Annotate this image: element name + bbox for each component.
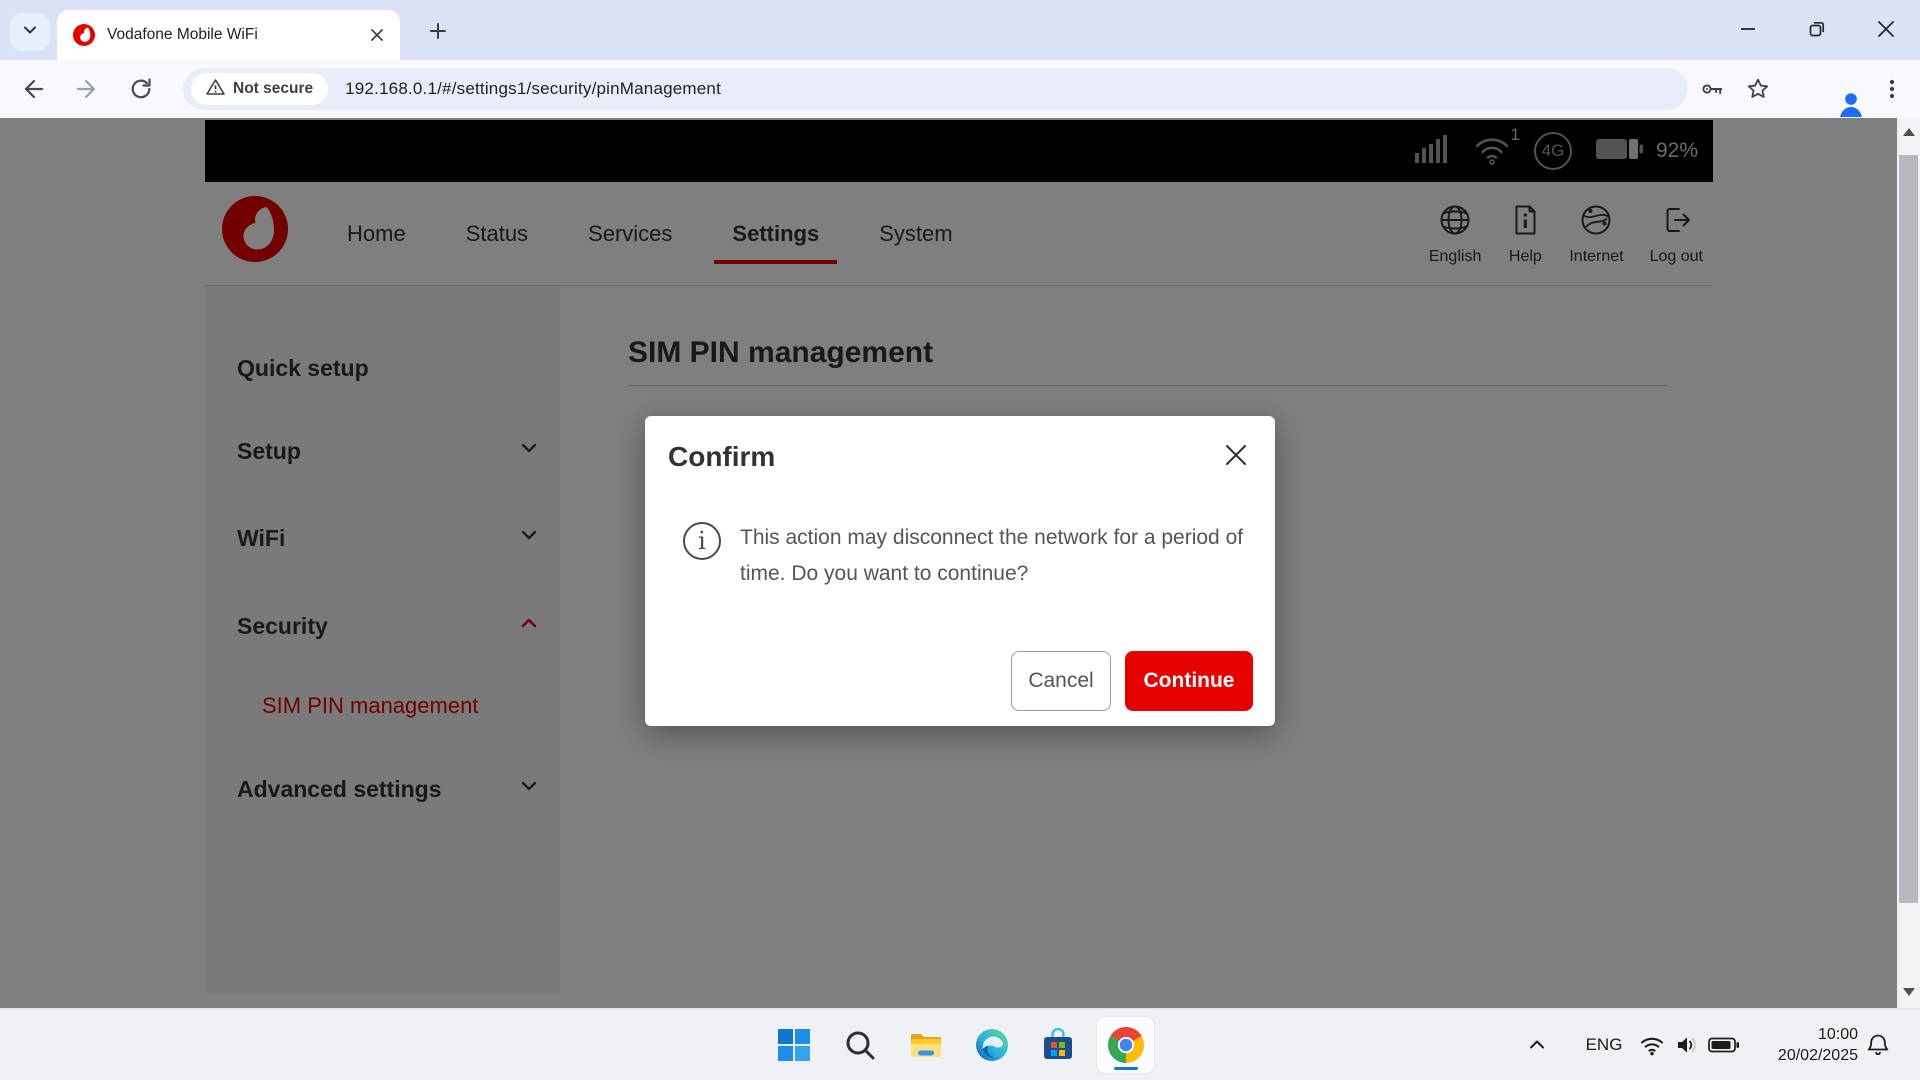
tray-time: 10:00 (1817, 1026, 1858, 1043)
start-button[interactable] (772, 1023, 816, 1067)
scrollbar-thumb[interactable] (1899, 155, 1918, 903)
back-button[interactable] (13, 69, 53, 109)
edge-browser-icon[interactable] (970, 1023, 1014, 1067)
tray-chevron-up-icon[interactable] (1522, 1031, 1552, 1059)
tab-search-button[interactable] (10, 13, 50, 51)
page-scrollbar[interactable] (1897, 118, 1920, 1008)
browser-tab-strip: Vodafone Mobile WiFi (0, 0, 1920, 60)
reload-button[interactable] (121, 69, 161, 109)
window-close-button[interactable] (1851, 0, 1920, 58)
active-app-indicator (1113, 1067, 1138, 1070)
tray-volume-icon[interactable] (1672, 1031, 1702, 1059)
dialog-message: This action may disconnect the network f… (740, 526, 1244, 585)
vodafone-favicon-icon (73, 24, 95, 46)
dialog-title: Confirm (668, 441, 776, 472)
browser-menu-kebab-icon[interactable] (1872, 69, 1912, 109)
notification-bell-icon[interactable] (1862, 1031, 1894, 1059)
info-icon: i (683, 522, 721, 560)
language-indicator[interactable]: ENG (1580, 1031, 1628, 1059)
window-minimize-button[interactable] (1713, 0, 1782, 58)
tray-wifi-icon[interactable] (1637, 1031, 1667, 1059)
tray-battery-icon[interactable] (1706, 1031, 1742, 1059)
new-tab-button[interactable] (420, 13, 456, 49)
screen: Vodafone Mobile WiFi Not secure 192.168.… (0, 0, 1920, 1080)
forward-button[interactable] (67, 69, 107, 109)
confirm-dialog: Confirm i This action may disconnect the… (645, 416, 1275, 726)
warning-icon (206, 78, 225, 101)
microsoft-store-icon[interactable] (1036, 1023, 1080, 1067)
scrollbar-down-arrow[interactable] (1897, 984, 1920, 1000)
chevron-down-icon (21, 21, 39, 44)
file-explorer-icon[interactable] (904, 1023, 948, 1067)
window-restore-button[interactable] (1782, 0, 1851, 58)
password-manager-key-icon[interactable] (1692, 69, 1732, 109)
browser-toolbar: Not secure 192.168.0.1/#/settings1/secur… (0, 60, 1920, 118)
browser-tab[interactable]: Vodafone Mobile WiFi (57, 10, 400, 60)
address-bar[interactable]: Not secure 192.168.0.1/#/settings1/secur… (183, 68, 1688, 110)
cancel-button[interactable]: Cancel (1011, 651, 1111, 711)
window-controls (1713, 0, 1920, 58)
url-text[interactable]: 192.168.0.1/#/settings1/security/pinMana… (345, 79, 721, 99)
dialog-footer: Cancel Continue (1011, 651, 1253, 711)
site-security-chip[interactable]: Not secure (191, 73, 329, 105)
scrollbar-up-arrow[interactable] (1897, 124, 1920, 140)
dialog-close-icon[interactable] (1221, 440, 1251, 470)
tab-close-icon[interactable] (364, 22, 390, 48)
windows-taskbar: ENG 10:00 20/02/2025 (0, 1008, 1920, 1080)
security-chip-label: Not secure (233, 80, 314, 97)
dialog-body: i This action may disconnect the network… (683, 520, 1245, 592)
tray-clock[interactable]: 10:00 20/02/2025 (1750, 1023, 1858, 1067)
tab-title: Vodafone Mobile WiFi (107, 26, 258, 43)
chrome-browser-icon-active[interactable] (1097, 1017, 1154, 1073)
search-icon[interactable] (838, 1023, 882, 1067)
bookmark-star-icon[interactable] (1738, 69, 1778, 109)
profile-avatar[interactable] (1815, 67, 1862, 117)
tray-date: 20/02/2025 (1777, 1047, 1858, 1064)
page-viewport: 1 4G 92% Home Status Services Settings S… (0, 118, 1920, 1008)
continue-button[interactable]: Continue (1125, 651, 1253, 711)
